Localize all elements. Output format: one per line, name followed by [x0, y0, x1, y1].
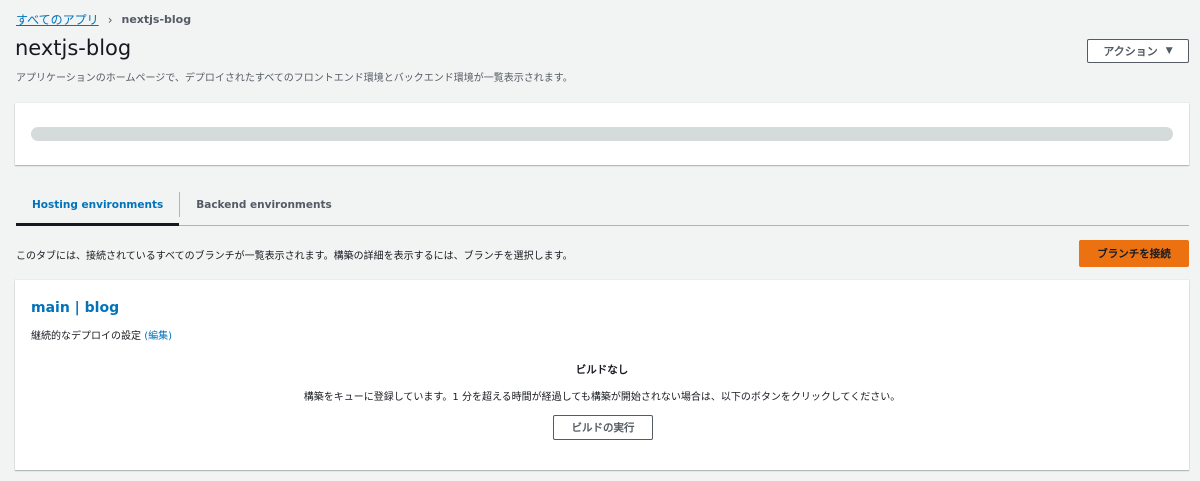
caret-down-icon: ▼ [1165, 46, 1173, 56]
loading-placeholder-bar [31, 127, 1173, 141]
branch-title-link[interactable]: main | blog [31, 300, 119, 316]
environment-tabs: Hosting environments Backend environment… [16, 184, 1189, 226]
branch-card: main | blog 継続的なデプロイの設定 (編集) ビルドなし 構築をキュ… [15, 280, 1189, 470]
connect-branch-button[interactable]: ブランチを接続 [1079, 240, 1189, 267]
actions-label: アクション [1103, 45, 1158, 58]
page-title: nextjs-blog [15, 36, 132, 60]
queue-message: 構築をキューに登録しています。1 分を超える時間が経過しても構築が開始されない場… [303, 392, 901, 403]
deploy-setting-label: 継続的なデプロイの設定 [31, 331, 141, 342]
breadcrumb: すべてのアプリ › nextjs-blog [16, 11, 191, 28]
actions-dropdown-button[interactable]: アクション ▼ [1087, 39, 1189, 63]
page-description: アプリケーションのホームページで、デプロイされたすべてのフロントエンド環境とバッ… [16, 73, 573, 84]
run-build-button[interactable]: ビルドの実行 [553, 415, 653, 440]
chevron-right-icon: › [107, 12, 113, 27]
continuous-deploy-setting: 継続的なデプロイの設定 (編集) [31, 327, 172, 342]
tab-backend-environments[interactable]: Backend environments [180, 184, 348, 225]
tab-hosting-environments[interactable]: Hosting environments [16, 184, 180, 226]
hosting-tab-description: このタブには、接続されているすべてのブランチが一覧表示されます。構築の詳細を表示… [16, 251, 573, 262]
breadcrumb-current: nextjs-blog [121, 13, 192, 26]
loading-card [15, 103, 1189, 165]
no-build-title: ビルドなし [575, 364, 629, 376]
breadcrumb-all-apps-link[interactable]: すべてのアプリ [16, 11, 99, 28]
edit-link[interactable]: (編集) [144, 331, 172, 342]
